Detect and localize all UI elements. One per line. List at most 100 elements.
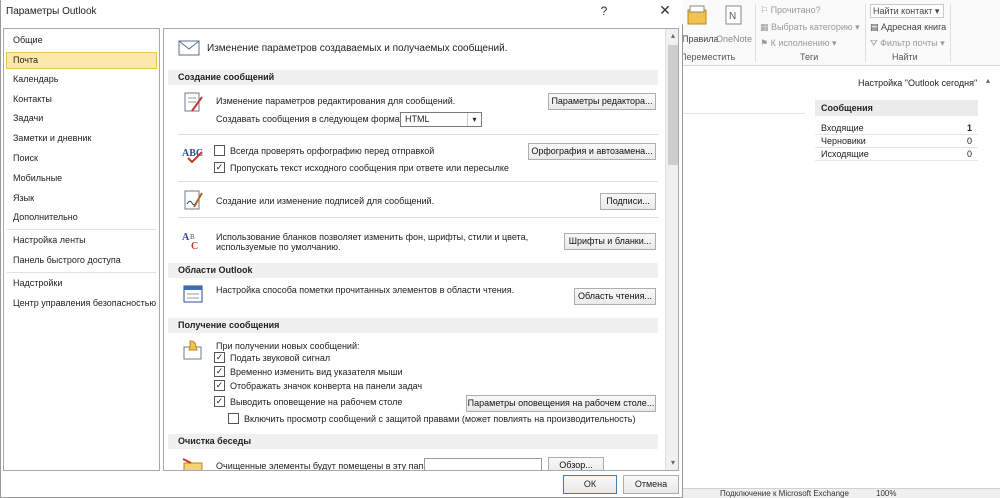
reading-pane-text: Настройка способа пометки прочитанных эл… bbox=[216, 285, 515, 295]
spelling-autocorrect-button[interactable]: Орфография и автозамена... bbox=[528, 143, 656, 160]
play-sound-checkbox[interactable]: ✓ bbox=[214, 352, 225, 363]
page-header: Изменение параметров создаваемых и получ… bbox=[178, 37, 507, 59]
svg-text:C: C bbox=[191, 241, 198, 251]
envelope-icon bbox=[178, 40, 200, 56]
sidebar-item-customize-ribbon[interactable]: Настройка ленты bbox=[4, 231, 159, 251]
messages-row[interactable]: Входящие 1 bbox=[815, 122, 978, 135]
ok-button[interactable]: ОК bbox=[563, 475, 617, 494]
read-unread-button[interactable]: ⚐ Прочитано? bbox=[760, 5, 821, 16]
title-bar: Параметры Outlook ? ✕ bbox=[1, 0, 683, 24]
divider bbox=[178, 134, 658, 135]
calendar-panel bbox=[680, 100, 805, 114]
rights-protected-checkbox[interactable] bbox=[228, 413, 239, 424]
change-pointer-checkbox[interactable]: ✓ bbox=[214, 366, 225, 377]
desktop-alert-checkbox[interactable]: ✓ bbox=[214, 396, 225, 407]
sidebar-item-addins[interactable]: Надстройки bbox=[4, 274, 159, 294]
envelope-icon-label: Отображать значок конверта на панели зад… bbox=[230, 381, 423, 391]
messages-header: Сообщения bbox=[815, 100, 978, 116]
section-message-arrival: Получение сообщения bbox=[168, 318, 658, 333]
sidebar-item-general[interactable]: Общие bbox=[4, 31, 159, 51]
dialog-title: Параметры Outlook bbox=[6, 6, 97, 17]
filter-email-button[interactable]: ⛛ Фильтр почты ▾ bbox=[870, 38, 945, 49]
onenote-button[interactable]: N OneNote bbox=[714, 4, 754, 48]
mail-options-content: Изменение параметров создаваемых и получ… bbox=[163, 28, 679, 471]
find-group-label: Найти bbox=[892, 52, 918, 62]
categorize-button[interactable]: ▦ Выбрать категорию ▾ bbox=[760, 22, 860, 33]
cancel-button[interactable]: Отмена bbox=[623, 475, 679, 494]
close-button[interactable]: ✕ bbox=[657, 2, 673, 19]
customize-today-link[interactable]: Настройка "Outlook сегодня" bbox=[858, 78, 977, 88]
scroll-up-icon[interactable]: ▴ bbox=[986, 76, 990, 85]
page-title: Изменение параметров создаваемых и получ… bbox=[207, 42, 508, 54]
signature-icon bbox=[184, 190, 203, 210]
connection-status: Подключение к Microsoft Exchange bbox=[720, 489, 849, 498]
find-contact-box[interactable]: Найти контакт ▾ bbox=[870, 4, 944, 18]
stationery-fonts-icon: A C B bbox=[182, 232, 198, 251]
ribbon: Правила N OneNote Переместить ⚐ Прочитан… bbox=[680, 0, 1000, 66]
browse-button[interactable]: Обзор... bbox=[548, 457, 604, 470]
cleanup-folder-field[interactable] bbox=[424, 458, 542, 470]
spell-check-label: Всегда проверять орфографию перед отправ… bbox=[230, 146, 435, 156]
content-scrollbar[interactable]: ▴ ▾ bbox=[665, 29, 678, 470]
status-bar: Подключение к Microsoft Exchange 100% bbox=[680, 488, 1000, 498]
reading-pane-button[interactable]: Область чтения... bbox=[574, 288, 656, 305]
svg-text:B: B bbox=[190, 233, 195, 241]
ribbon-separator bbox=[865, 4, 866, 62]
rules-button[interactable]: Правила bbox=[682, 4, 719, 48]
stationery-fonts-button[interactable]: Шрифты и бланки... bbox=[564, 233, 656, 250]
rules-icon bbox=[687, 5, 707, 25]
sidebar-item-tasks[interactable]: Задачи bbox=[4, 109, 159, 129]
divider bbox=[178, 217, 658, 218]
play-sound-label: Подать звуковой сигнал bbox=[230, 353, 331, 363]
zoom-level: 100% bbox=[876, 489, 897, 498]
scroll-up-icon[interactable]: ▴ bbox=[666, 29, 678, 43]
sidebar-item-advanced[interactable]: Дополнительно bbox=[4, 208, 159, 228]
scroll-down-icon[interactable]: ▾ bbox=[666, 456, 678, 470]
editor-options-text: Изменение параметров редактирования для … bbox=[216, 96, 456, 106]
onenote-icon: N bbox=[725, 5, 742, 25]
sidebar-item-search[interactable]: Поиск bbox=[4, 149, 159, 169]
sidebar-item-contacts[interactable]: Контакты bbox=[4, 90, 159, 110]
compose-format-select[interactable]: HTML ▾ bbox=[400, 112, 482, 127]
move-group-label: Переместить bbox=[680, 52, 736, 62]
address-book-button[interactable]: ▤ Адресная книга bbox=[870, 22, 946, 33]
svg-text:N: N bbox=[729, 11, 736, 22]
sidebar-item-notes-journal[interactable]: Заметки и дневник bbox=[4, 129, 159, 149]
tags-group-label: Теги bbox=[800, 52, 819, 62]
editor-options-button[interactable]: Параметры редактора... bbox=[548, 93, 656, 110]
messages-row[interactable]: Черновики 0 bbox=[815, 135, 978, 148]
ignore-original-checkbox[interactable]: ✓ bbox=[214, 162, 225, 173]
messages-row[interactable]: Исходящие 0 bbox=[815, 148, 978, 161]
envelope-icon-checkbox[interactable]: ✓ bbox=[214, 380, 225, 391]
stationery-text-line2: используемые по умолчанию. bbox=[216, 242, 341, 252]
rights-protected-label: Включить просмотр сообщений с защитой пр… bbox=[244, 414, 636, 424]
compose-format-label: Создавать сообщения в следующем формате: bbox=[216, 114, 412, 124]
sidebar-item-mail[interactable]: Почта bbox=[6, 51, 157, 69]
change-pointer-label: Временно изменить вид указателя мыши bbox=[230, 367, 403, 377]
signatures-button[interactable]: Подписи... bbox=[600, 193, 656, 210]
spelling-abc-icon: ABC bbox=[182, 148, 203, 164]
sidebar-divider bbox=[7, 229, 156, 231]
spell-check-checkbox[interactable] bbox=[214, 145, 225, 156]
today-toolbar: Настройка "Outlook сегодня" ▴ bbox=[680, 74, 1000, 94]
messages-summary: Сообщения Входящие 1 Черновики 0 Исходящие… bbox=[815, 100, 978, 161]
options-sidebar: Общие Почта Календарь Контакты Задачи За… bbox=[3, 28, 160, 471]
signatures-text: Создание или изменение подписей для сооб… bbox=[216, 196, 435, 206]
followup-button[interactable]: ⚑ К исполнению ▾ bbox=[760, 38, 837, 49]
help-button[interactable]: ? bbox=[596, 4, 612, 18]
sidebar-item-language[interactable]: Язык bbox=[4, 189, 159, 209]
stationery-text-line1: Использование бланков позволяет изменить… bbox=[216, 232, 529, 242]
ribbon-separator bbox=[950, 4, 951, 62]
section-conversation-cleanup: Очистка беседы bbox=[168, 434, 658, 449]
new-mail-bell-icon bbox=[183, 340, 202, 360]
sidebar-item-calendar[interactable]: Календарь bbox=[4, 70, 159, 90]
sidebar-item-mobile[interactable]: Мобильные bbox=[4, 169, 159, 189]
ignore-original-label: Пропускать текст исходного сообщения при… bbox=[230, 163, 509, 173]
desktop-alert-settings-button[interactable]: Параметры оповещения на рабочем столе... bbox=[466, 395, 656, 412]
sidebar-item-trust-center[interactable]: Центр управления безопасностью bbox=[4, 294, 159, 314]
scroll-thumb[interactable] bbox=[668, 45, 678, 165]
sidebar-item-quick-access[interactable]: Панель быстрого доступа bbox=[4, 251, 159, 271]
cleanup-folder-icon bbox=[182, 458, 203, 470]
edit-document-icon bbox=[184, 92, 203, 112]
section-compose: Создание сообщений bbox=[168, 70, 658, 85]
